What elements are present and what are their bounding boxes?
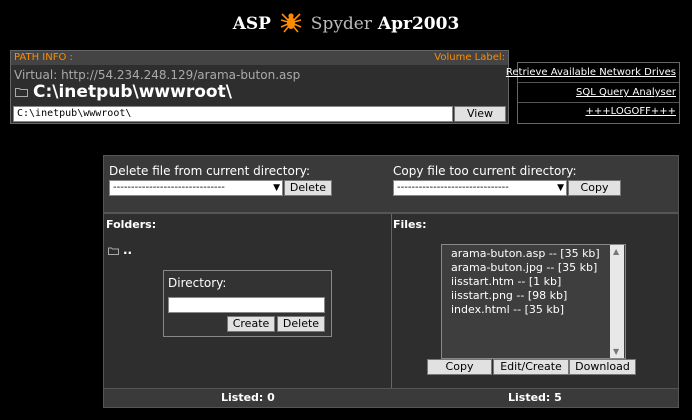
copy-select-value: ------------------------------- [397,182,509,193]
links-panel: Retrieve Available Network Drives SQL Qu… [506,62,680,124]
path-info-heading: PATH INFO : [14,52,73,63]
files-heading: Files: [393,218,427,231]
title-asp: ASP [232,14,271,34]
list-item[interactable]: iisstart.png -- [98 kb] [451,289,567,302]
copy-file-button[interactable]: Copy [568,180,621,196]
spider-icon [280,13,302,33]
copy-button[interactable]: Copy [427,359,492,375]
view-button[interactable]: View [454,106,506,122]
path-input[interactable]: C:\inetpub\wwwroot\ [13,106,453,122]
file-operations-bar: Delete file from current directory: ----… [103,155,679,213]
virtual-path: Virtual: http://54.234.248.129/arama-but… [14,68,301,82]
delete-file-select[interactable]: ------------------------------- ▼ [109,180,283,196]
directory-input[interactable] [168,297,325,313]
list-item[interactable]: iisstart.htm -- [1 kb] [451,275,561,288]
path-info-panel: PATH INFO : Volume Label: Virtual: http:… [10,50,509,124]
volume-label: Volume Label: [434,52,505,63]
list-item[interactable]: index.html -- [35 kb] [451,303,564,316]
folder-icon [108,247,119,255]
scroll-down-icon[interactable]: ▼ [613,347,619,356]
scroll-up-icon[interactable]: ▲ [613,247,619,256]
chevron-down-icon: ▼ [557,183,564,193]
browser-panels: Folders: .. Directory: Create Delete Fil… [103,213,679,390]
links-divider [518,102,679,103]
delete-file-button[interactable]: Delete [284,180,332,196]
download-button[interactable]: Download [569,359,636,375]
logoff-link[interactable]: +++LOGOFF+++ [586,106,676,117]
delete-file-label: Delete file from current directory: [109,164,311,178]
delete-select-value: ------------------------------- [113,182,225,193]
copy-file-label: Copy file too current directory: [393,164,577,178]
links-divider [518,82,679,83]
app-title: ASP Spyder Apr2003 [0,10,692,34]
files-listed-count: Listed: 5 [508,391,562,404]
folders-heading: Folders: [106,218,157,231]
title-spyder: Spyder [310,14,372,34]
sql-analyser-link[interactable]: SQL Query Analyser [576,87,676,98]
title-version: Apr2003 [377,14,460,34]
current-path: C:\inetpub\wwwroot\ [33,82,232,102]
delete-directory-button[interactable]: Delete [277,316,325,332]
edit-create-button[interactable]: Edit/Create [493,359,569,375]
file-list-scrollbar[interactable]: ▲ ▼ [610,245,624,358]
chevron-down-icon: ▼ [273,183,280,193]
parent-folder-link[interactable]: .. [123,243,132,257]
folders-listed-count: Listed: 0 [221,391,275,404]
listing-footer: Listed: 0 Listed: 5 [103,388,679,408]
network-drives-link[interactable]: Retrieve Available Network Drives [506,67,676,78]
list-item[interactable]: arama-buton.asp -- [35 kb] [451,247,600,260]
list-item[interactable]: arama-buton.jpg -- [35 kb] [451,261,597,274]
path-info-header: PATH INFO : Volume Label: [11,51,508,65]
directory-box: Directory: Create Delete [163,270,332,337]
create-directory-button[interactable]: Create [227,316,275,332]
file-list[interactable]: arama-buton.asp -- [35 kb] arama-buton.j… [441,244,626,359]
panel-divider [391,214,392,389]
folder-icon [15,88,28,97]
directory-label: Directory: [168,276,227,290]
copy-file-select[interactable]: ------------------------------- ▼ [393,180,567,196]
